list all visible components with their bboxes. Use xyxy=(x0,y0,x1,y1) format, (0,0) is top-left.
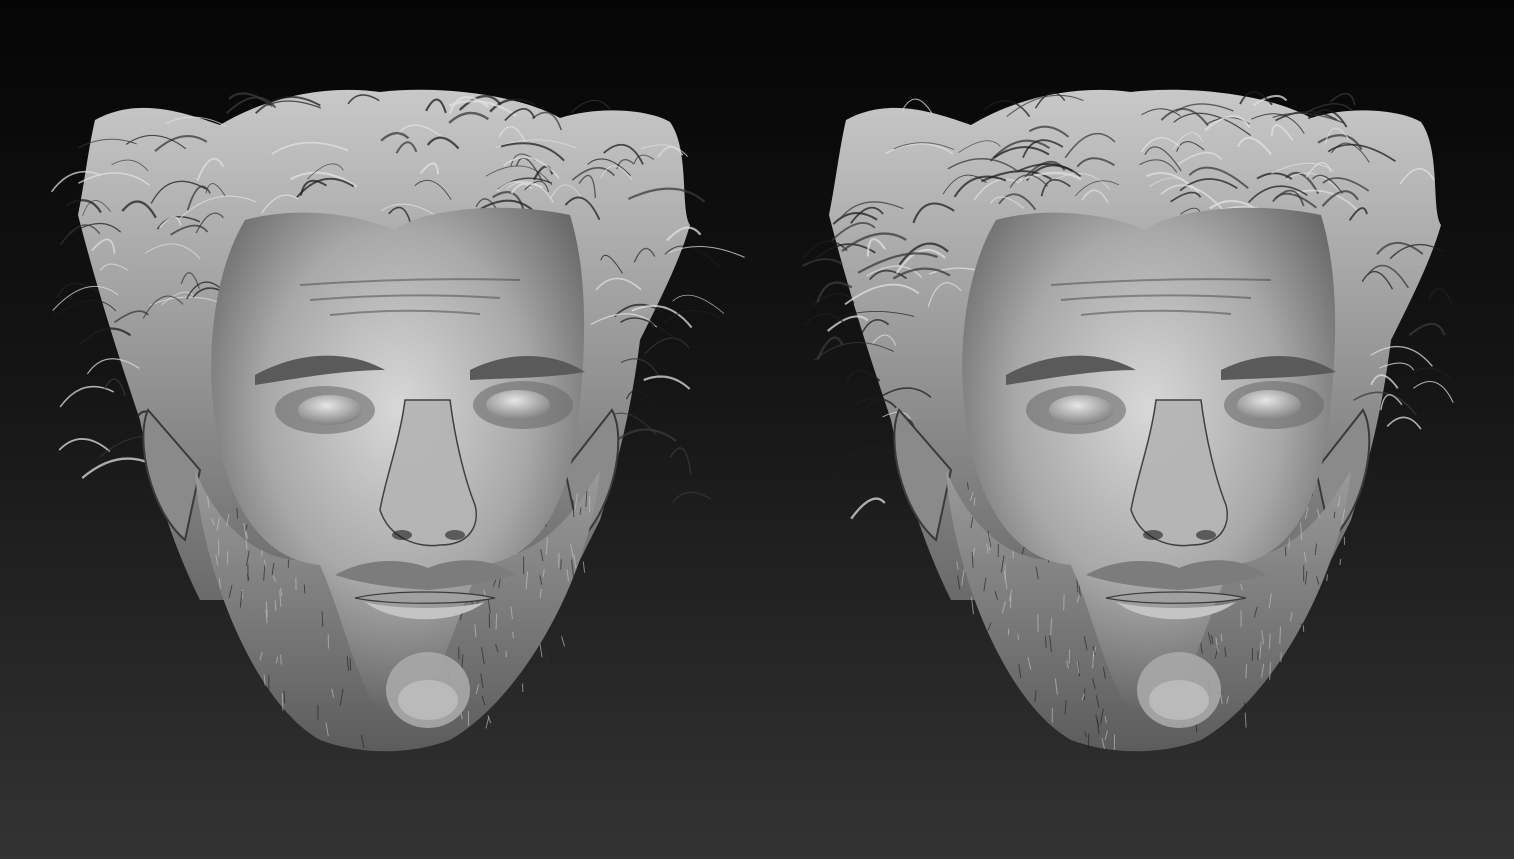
eye-right xyxy=(486,390,550,420)
eye-left xyxy=(298,395,362,425)
head-sculpt-left[interactable] xyxy=(0,0,757,859)
head-sculpt-right[interactable] xyxy=(757,0,1514,859)
eye-left xyxy=(1049,395,1113,425)
eye-right xyxy=(1237,390,1301,420)
viewport-canvas[interactable] xyxy=(0,0,1514,859)
